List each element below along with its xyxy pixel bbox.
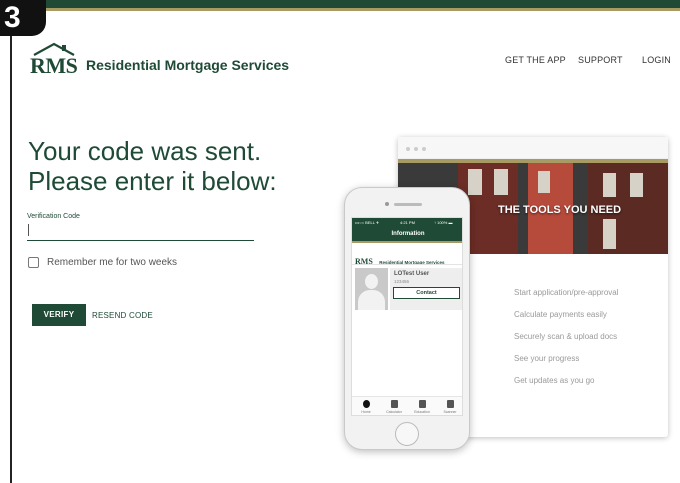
building-window (603, 219, 616, 249)
user-name: LOTest User (394, 271, 430, 277)
avatar-head (365, 274, 378, 289)
status-carrier: •••○○ BELL ✈ (355, 220, 380, 225)
verification-code-label: Verification Code (27, 213, 80, 220)
nav-support[interactable]: SUPPORT (578, 55, 623, 65)
building-window (494, 169, 508, 195)
tab-label: Education (414, 410, 430, 414)
tab-scanner: Scanner (439, 400, 461, 414)
info-icon (362, 400, 370, 408)
phone-status-bar: •••○○ BELL ✈ 4:21 PM ↑ 100% ▬ (352, 218, 462, 227)
phone-home-button (395, 422, 419, 446)
building-window (630, 173, 643, 197)
feature-item: See your progress (514, 354, 580, 363)
logo-abbreviation: RMS (30, 53, 78, 78)
building-window (538, 171, 550, 193)
remember-me-checkbox[interactable] (28, 257, 39, 268)
app-divider (352, 264, 462, 265)
verification-code-input[interactable] (27, 222, 254, 241)
hero-title: THE TOOLS YOU NEED (498, 204, 622, 216)
feature-item: Get updates as you go (514, 376, 595, 385)
user-id: 123456 (394, 279, 410, 284)
feature-item: Securely scan & upload docs (514, 332, 618, 341)
window-dot-icon (414, 147, 418, 151)
tab-label: Scanner (443, 410, 457, 414)
phone-screen: •••○○ BELL ✈ 4:21 PM ↑ 100% ▬ Informatio… (351, 217, 463, 416)
phone-speaker (394, 203, 422, 206)
scanner-icon (446, 400, 454, 408)
building-window (603, 173, 616, 197)
rms-logo[interactable]: RMS Residential Mortgage Services (30, 42, 289, 78)
calculator-icon (390, 400, 398, 408)
tab-home: Home (355, 400, 377, 414)
logo-company-name: Residential Mortgage Services (86, 57, 290, 73)
nav-login[interactable]: LOGIN (642, 55, 671, 65)
tab-label: Home (361, 410, 371, 414)
app-tab-bar: Home Calculator Education Scanner (352, 396, 462, 415)
user-avatar-icon (355, 268, 388, 310)
tab-calculator: Calculator (383, 400, 405, 414)
app-logo: RMS Residential Mortgage Services (355, 251, 445, 269)
text-caret (28, 224, 29, 236)
contact-button: Contact (393, 287, 460, 299)
window-dot-icon (406, 147, 410, 151)
top-gold-stripe (0, 8, 680, 11)
heading-line-1: Your code was sent. (28, 136, 262, 166)
status-time: 4:21 PM (400, 220, 415, 225)
remember-me-option[interactable]: Remember me for two weeks (28, 257, 177, 268)
verify-button[interactable]: VERIFY (32, 304, 86, 326)
feature-item: Calculate payments easily (514, 310, 607, 319)
phone-camera-icon (385, 202, 389, 206)
mobile-app-mockup: •••○○ BELL ✈ 4:21 PM ↑ 100% ▬ Informatio… (344, 187, 470, 450)
window-dot-icon (422, 147, 426, 151)
page-heading: Your code was sent. Please enter it belo… (28, 136, 348, 196)
step-number-badge: 3 (0, 0, 46, 36)
book-icon (418, 400, 426, 408)
user-card: LOTest User 123456 Contact (390, 268, 462, 310)
top-accent-bar (0, 0, 680, 8)
feature-item: Start application/pre-approval (514, 288, 619, 297)
browser-title-bar (398, 137, 668, 159)
avatar-body (358, 290, 385, 310)
resend-code-link[interactable]: RESEND CODE (92, 311, 153, 320)
tab-label: Calculator (386, 410, 402, 414)
building-window (468, 169, 482, 195)
left-border-line (10, 11, 12, 483)
feature-list: Start application/pre-approval Calculate… (514, 287, 619, 397)
tab-education: Education (411, 400, 433, 414)
remember-me-label: Remember me for two weeks (47, 257, 178, 268)
page: 3 RMS Residential Mortgage Services GET … (0, 0, 680, 483)
app-header-title: Information (352, 227, 462, 241)
app-gold-stripe (352, 241, 462, 243)
heading-line-2: Please enter it below: (28, 166, 277, 196)
nav-get-the-app[interactable]: GET THE APP (505, 55, 566, 65)
status-battery: ↑ 100% ▬ (434, 220, 453, 225)
